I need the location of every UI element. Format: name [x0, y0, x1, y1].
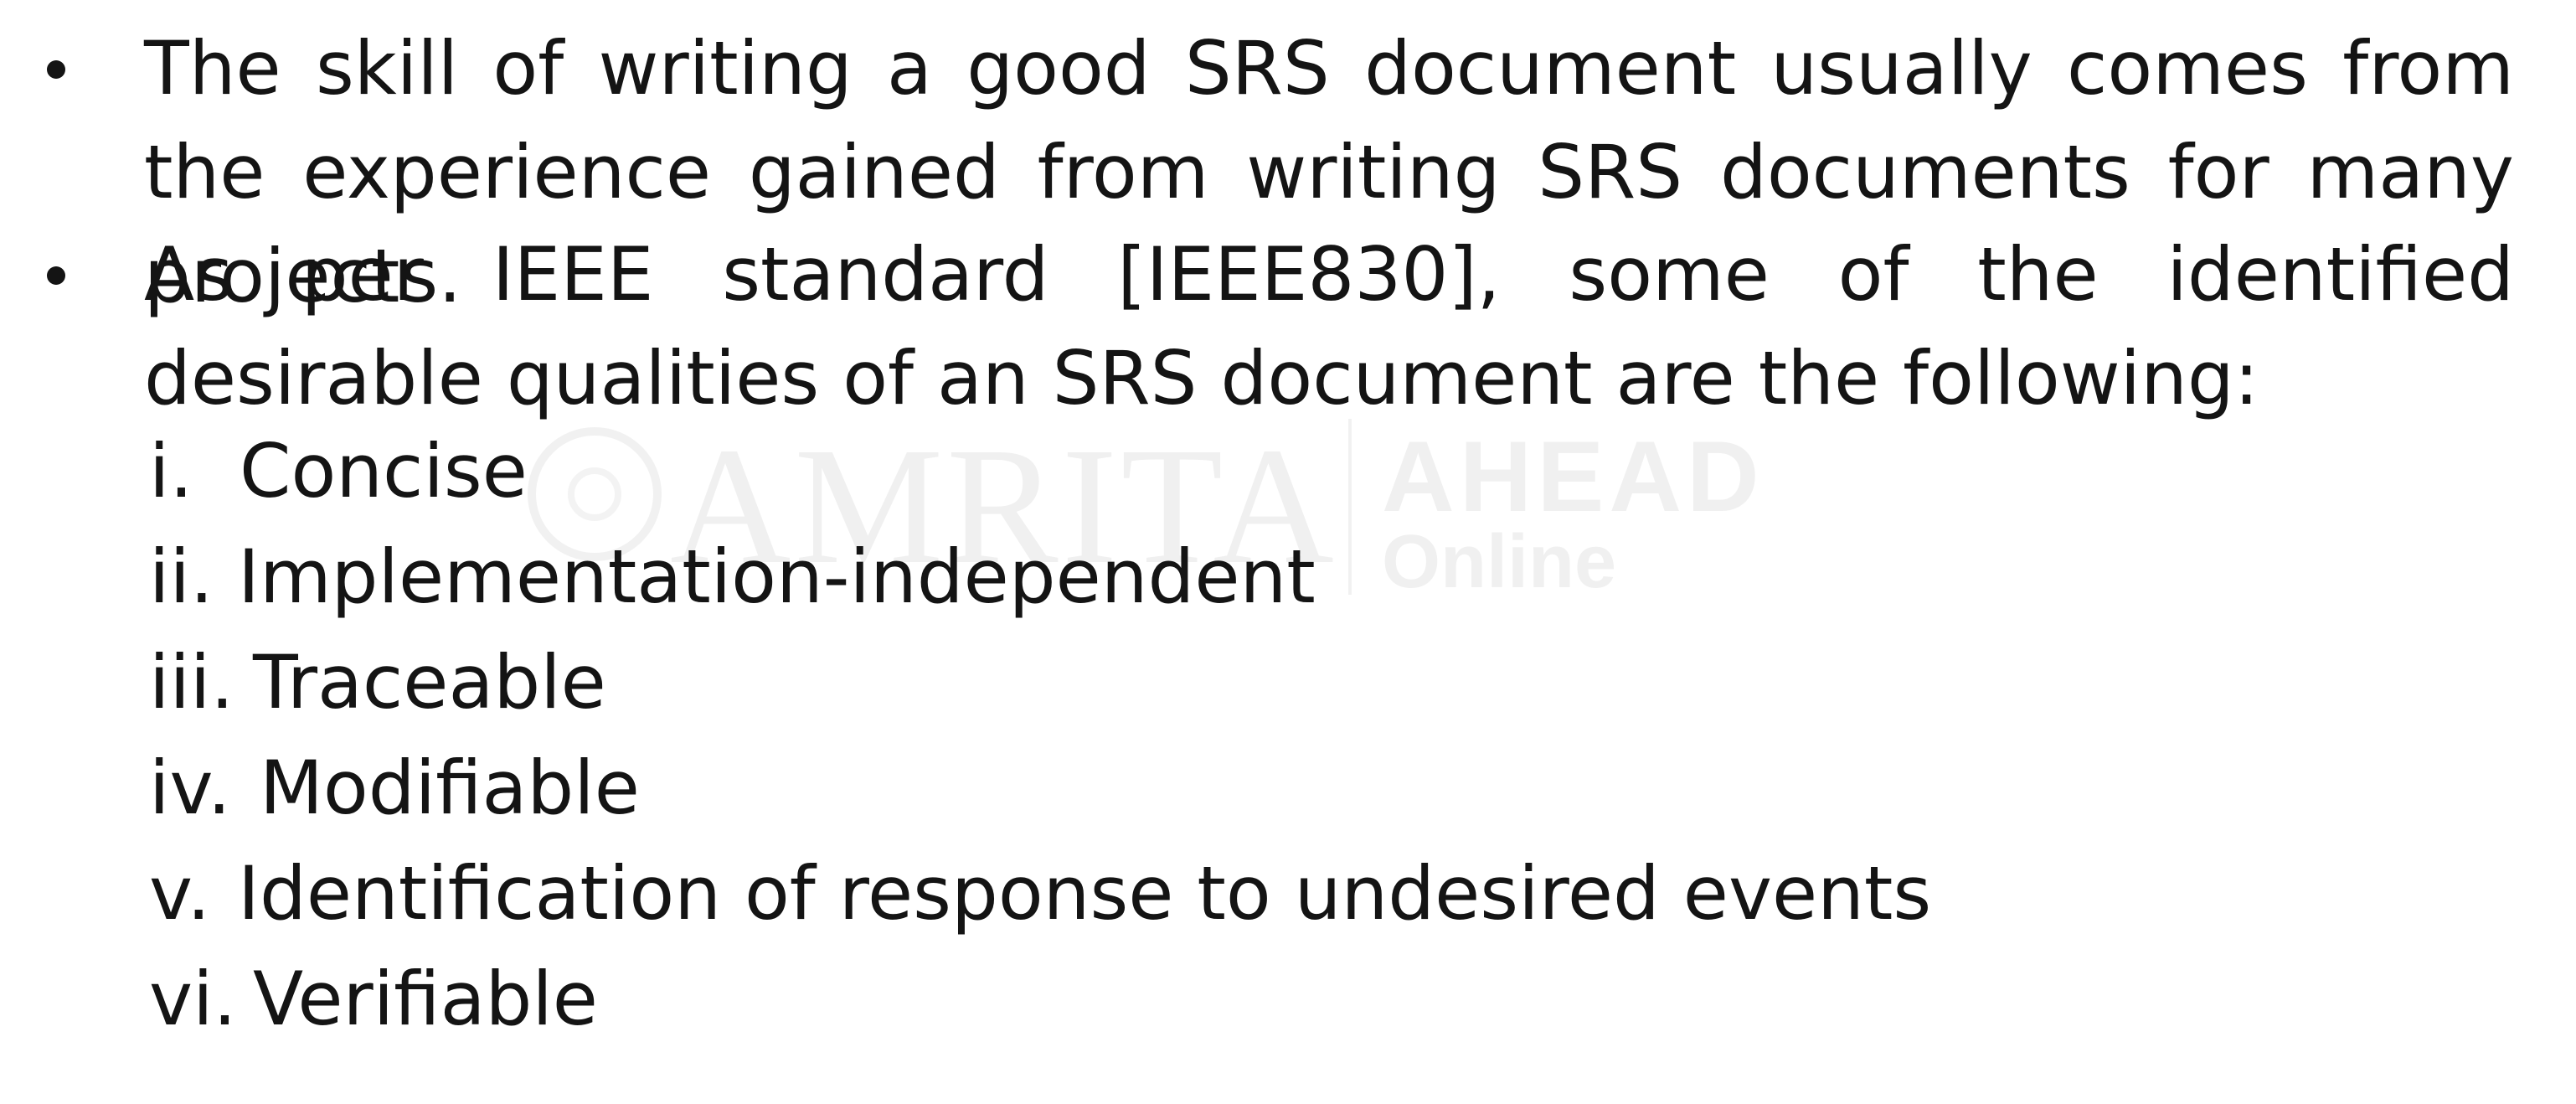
list-item: v. Identification of response to undesire…: [149, 841, 1931, 947]
list-item: ii. Implementation-independent: [149, 524, 1931, 630]
slide: AMRITA AHEAD Online The skill of writing…: [0, 0, 2576, 1104]
list-item: iii. Traceable: [149, 630, 1931, 735]
list-item-label: Identification of response to undesired …: [238, 850, 1932, 936]
list-item-number: i.: [149, 428, 193, 514]
list-item-label: Concise: [240, 428, 528, 514]
list-item-number: ii.: [149, 534, 214, 620]
list-item-label: Verifiable: [253, 956, 598, 1042]
list-item-label: Modifiable: [260, 745, 640, 831]
list-item: iv. Modifiable: [149, 735, 1931, 841]
qualities-list: i. Concise ii. Implementation-independent …: [149, 419, 1931, 1052]
list-item-number: iv.: [149, 745, 231, 831]
list-item-number: vi.: [149, 956, 237, 1042]
bullet-dot-icon: [47, 266, 65, 285]
list-item-number: v.: [149, 850, 211, 936]
bullet-text: As per IEEE standard [IEEE830], some of …: [144, 231, 2514, 421]
list-item-number: iii.: [149, 639, 234, 725]
list-item-label: Implementation-independent: [238, 534, 1316, 620]
list-item-label: Traceable: [253, 639, 606, 725]
bullet-dot-icon: [47, 60, 65, 79]
list-item: vi. Verifiable: [149, 947, 1931, 1052]
list-item: i. Concise: [149, 419, 1931, 524]
